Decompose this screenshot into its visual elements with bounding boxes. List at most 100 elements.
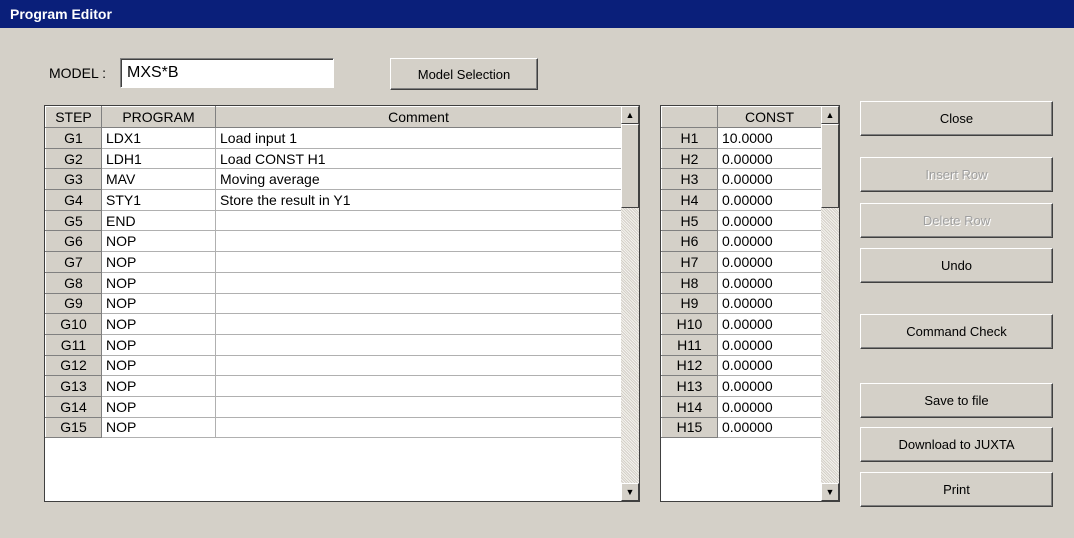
const-value-cell[interactable]: 0.00000 xyxy=(717,251,822,273)
table-row[interactable]: H7 0.00000 xyxy=(661,251,822,273)
table-row[interactable]: G9 NOP xyxy=(45,292,622,315)
program-cell[interactable]: LDH1 xyxy=(101,147,216,170)
program-scrollbar[interactable]: ▲ ▼ xyxy=(621,106,639,501)
const-value-cell[interactable]: 0.00000 xyxy=(717,416,822,439)
table-row[interactable]: H11 0.00000 xyxy=(661,333,822,356)
insert-row-button[interactable]: Insert Row xyxy=(860,157,1053,192)
comment-cell[interactable]: Store the result in Y1 xyxy=(215,189,622,211)
table-row[interactable]: H2 0.00000 xyxy=(661,147,822,170)
const-value-cell[interactable]: 0.00000 xyxy=(717,168,822,191)
save-to-file-button[interactable]: Save to file xyxy=(860,383,1053,418)
table-row[interactable]: G8 NOP xyxy=(45,271,622,294)
model-input[interactable] xyxy=(120,58,334,88)
step-cell: G1 xyxy=(45,127,102,149)
scroll-thumb[interactable] xyxy=(821,124,839,208)
table-row[interactable]: G11 NOP xyxy=(45,333,622,356)
comment-cell[interactable] xyxy=(215,416,622,439)
print-button[interactable]: Print xyxy=(860,472,1053,507)
program-cell[interactable]: LDX1 xyxy=(101,127,216,149)
scroll-down-arrow-icon[interactable]: ▼ xyxy=(821,483,839,501)
scroll-down-arrow-icon[interactable]: ▼ xyxy=(621,483,639,501)
table-row[interactable]: H15 0.00000 xyxy=(661,416,822,439)
comment-cell[interactable] xyxy=(215,292,622,315)
program-cell[interactable]: NOP xyxy=(101,375,216,397)
const-value-cell[interactable]: 10.0000 xyxy=(717,127,822,149)
table-row[interactable]: G4 STY1 Store the result in Y1 xyxy=(45,189,622,211)
table-row[interactable]: H1 10.0000 xyxy=(661,127,822,149)
table-row[interactable]: G14 NOP xyxy=(45,395,622,418)
table-row[interactable]: H9 0.00000 xyxy=(661,292,822,315)
program-cell[interactable]: NOP xyxy=(101,271,216,294)
undo-button[interactable]: Undo xyxy=(860,248,1053,283)
const-value-cell[interactable]: 0.00000 xyxy=(717,375,822,397)
table-row[interactable]: G3 MAV Moving average xyxy=(45,168,622,191)
const-value-cell[interactable]: 0.00000 xyxy=(717,354,822,377)
const-value-cell[interactable]: 0.00000 xyxy=(717,333,822,356)
scroll-up-arrow-icon[interactable]: ▲ xyxy=(821,106,839,124)
const-value-cell[interactable]: 0.00000 xyxy=(717,189,822,211)
table-row[interactable]: H3 0.00000 xyxy=(661,168,822,191)
table-row[interactable]: G2 LDH1 Load CONST H1 xyxy=(45,147,622,170)
program-header[interactable]: PROGRAM xyxy=(101,106,216,128)
table-row[interactable]: H6 0.00000 xyxy=(661,230,822,253)
program-cell[interactable]: NOP xyxy=(101,333,216,356)
program-grid: STEP PROGRAM Comment G1 LDX1 Load input 1G… xyxy=(44,105,640,502)
const-value-cell[interactable]: 0.00000 xyxy=(717,147,822,170)
table-row[interactable]: G1 LDX1 Load input 1 xyxy=(45,127,622,149)
comment-cell[interactable] xyxy=(215,333,622,356)
comment-cell[interactable] xyxy=(215,395,622,418)
table-row[interactable]: H13 0.00000 xyxy=(661,375,822,397)
download-to-juxta-button[interactable]: Download to JUXTA xyxy=(860,427,1053,462)
program-cell[interactable]: NOP xyxy=(101,395,216,418)
table-row[interactable]: H4 0.00000 xyxy=(661,189,822,211)
const-index-header[interactable] xyxy=(661,106,718,128)
comment-cell[interactable]: Moving average xyxy=(215,168,622,191)
table-row[interactable]: G12 NOP xyxy=(45,354,622,377)
program-cell[interactable]: NOP xyxy=(101,251,216,273)
const-scrollbar[interactable]: ▲ ▼ xyxy=(821,106,839,501)
model-selection-button[interactable]: Model Selection xyxy=(390,58,538,90)
close-button[interactable]: Close xyxy=(860,101,1053,136)
comment-cell[interactable]: Load CONST H1 xyxy=(215,147,622,170)
program-cell[interactable]: NOP xyxy=(101,313,216,335)
step-header[interactable]: STEP xyxy=(45,106,102,128)
const-value-cell[interactable]: 0.00000 xyxy=(717,313,822,335)
comment-header[interactable]: Comment xyxy=(215,106,622,128)
program-cell[interactable]: NOP xyxy=(101,354,216,377)
table-row[interactable]: G7 NOP xyxy=(45,251,622,273)
command-check-button[interactable]: Command Check xyxy=(860,314,1053,349)
program-cell[interactable]: NOP xyxy=(101,416,216,439)
comment-cell[interactable] xyxy=(215,313,622,335)
scroll-thumb[interactable] xyxy=(621,124,639,208)
const-value-cell[interactable]: 0.00000 xyxy=(717,271,822,294)
scroll-up-arrow-icon[interactable]: ▲ xyxy=(621,106,639,124)
table-row[interactable]: G15 NOP xyxy=(45,416,622,439)
program-cell[interactable]: NOP xyxy=(101,230,216,253)
comment-cell[interactable] xyxy=(215,375,622,397)
program-cell[interactable]: END xyxy=(101,209,216,232)
table-row[interactable]: H5 0.00000 xyxy=(661,209,822,232)
comment-cell[interactable]: Load input 1 xyxy=(215,127,622,149)
table-row[interactable]: H14 0.00000 xyxy=(661,395,822,418)
comment-cell[interactable] xyxy=(215,230,622,253)
program-cell[interactable]: MAV xyxy=(101,168,216,191)
const-header[interactable]: CONST xyxy=(717,106,822,128)
table-row[interactable]: G10 NOP xyxy=(45,313,622,335)
table-row[interactable]: H12 0.00000 xyxy=(661,354,822,377)
program-cell[interactable]: STY1 xyxy=(101,189,216,211)
delete-row-button[interactable]: Delete Row xyxy=(860,203,1053,238)
table-row[interactable]: H10 0.00000 xyxy=(661,313,822,335)
comment-cell[interactable] xyxy=(215,209,622,232)
table-row[interactable]: G13 NOP xyxy=(45,375,622,397)
const-value-cell[interactable]: 0.00000 xyxy=(717,209,822,232)
comment-cell[interactable] xyxy=(215,271,622,294)
const-value-cell[interactable]: 0.00000 xyxy=(717,292,822,315)
program-cell[interactable]: NOP xyxy=(101,292,216,315)
comment-cell[interactable] xyxy=(215,251,622,273)
table-row[interactable]: G5 END xyxy=(45,209,622,232)
table-row[interactable]: G6 NOP xyxy=(45,230,622,253)
table-row[interactable]: H8 0.00000 xyxy=(661,271,822,294)
const-value-cell[interactable]: 0.00000 xyxy=(717,395,822,418)
const-value-cell[interactable]: 0.00000 xyxy=(717,230,822,253)
comment-cell[interactable] xyxy=(215,354,622,377)
